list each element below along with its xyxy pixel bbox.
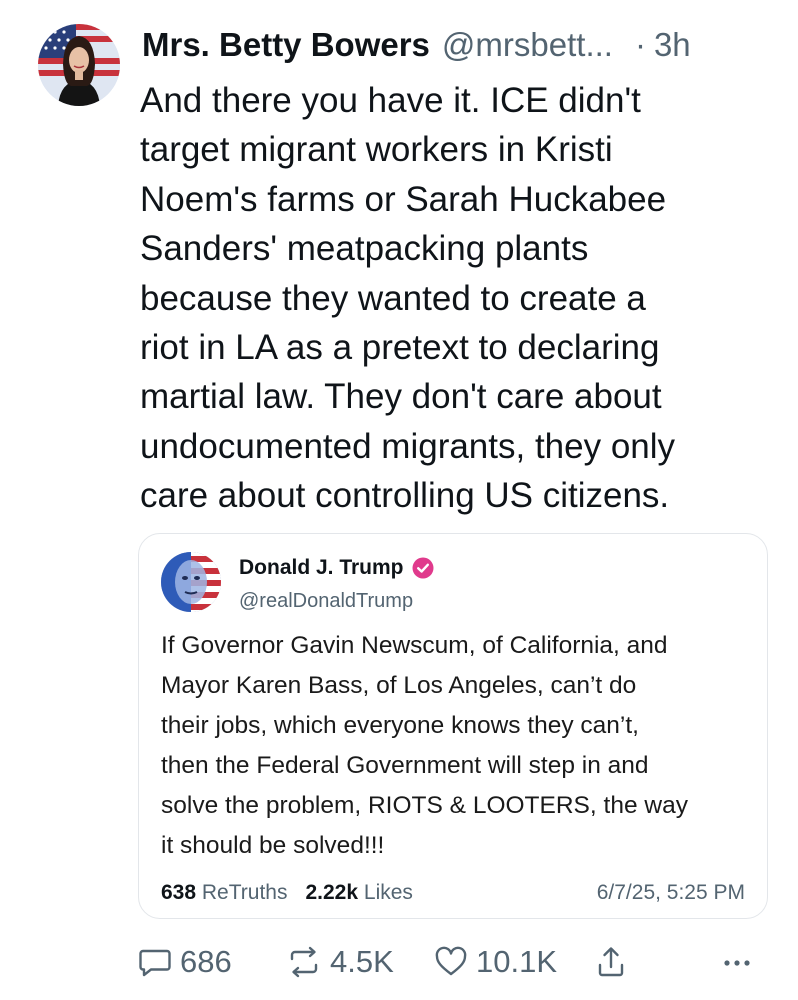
share-button[interactable] (596, 940, 626, 984)
more-options-button[interactable] (722, 940, 752, 984)
reply-icon (138, 945, 172, 979)
profile-photo (38, 24, 120, 106)
quoted-author-handle[interactable]: @realDonaldTrump (239, 590, 413, 613)
quoted-post-date: 6/7/25, 5:25 PM (596, 881, 745, 904)
verified-badge-icon (412, 557, 434, 579)
author-display-name[interactable]: Mrs. Betty Bowers (142, 22, 430, 68)
repost-count: 4.5K (330, 944, 394, 979)
repost-button[interactable]: 4.5K (286, 940, 394, 984)
quoted-post-card[interactable]: Donald J. Trump @realDonaldTrump If Gove… (138, 533, 768, 919)
reply-count: 686 (180, 944, 232, 979)
retruths-label: ReTruths (201, 881, 288, 904)
quoted-likes-count: 2.22k (305, 881, 359, 904)
quoted-profile-photo (161, 552, 221, 612)
author-avatar[interactable] (38, 24, 120, 106)
quoted-author-avatar[interactable] (161, 552, 221, 612)
post-timestamp[interactable]: 3h (654, 22, 691, 68)
retruths-stat[interactable]: 638 ReTruths (161, 881, 287, 905)
likes-stat[interactable]: 2.22k Likes (305, 881, 412, 905)
post-action-bar: 686 4.5K 10.1K (138, 940, 778, 984)
quoted-author-display-name[interactable]: Donald J. Trump (239, 556, 404, 580)
post-header: Mrs. Betty Bowers @mrsbett... · 3h (142, 22, 782, 68)
author-handle[interactable]: @mrsbett... (442, 22, 613, 68)
quoted-post-stats: 638 ReTruths 2.22k Likes (161, 881, 431, 905)
retruths-count: 638 (161, 881, 197, 904)
post-text: And there you have it. ICE didn't target… (140, 81, 676, 516)
like-count: 10.1K (476, 944, 558, 979)
share-icon (596, 945, 626, 979)
quoted-post-text: If Governor Gavin Newscum, of California… (161, 632, 688, 859)
like-button[interactable]: 10.1K (434, 940, 557, 984)
reply-button[interactable]: 686 (138, 940, 232, 984)
repost-icon (286, 945, 322, 979)
more-icon (722, 945, 752, 979)
separator-dot: · (634, 26, 646, 63)
quoted-likes-label: Likes (363, 881, 413, 904)
like-icon (434, 945, 468, 979)
